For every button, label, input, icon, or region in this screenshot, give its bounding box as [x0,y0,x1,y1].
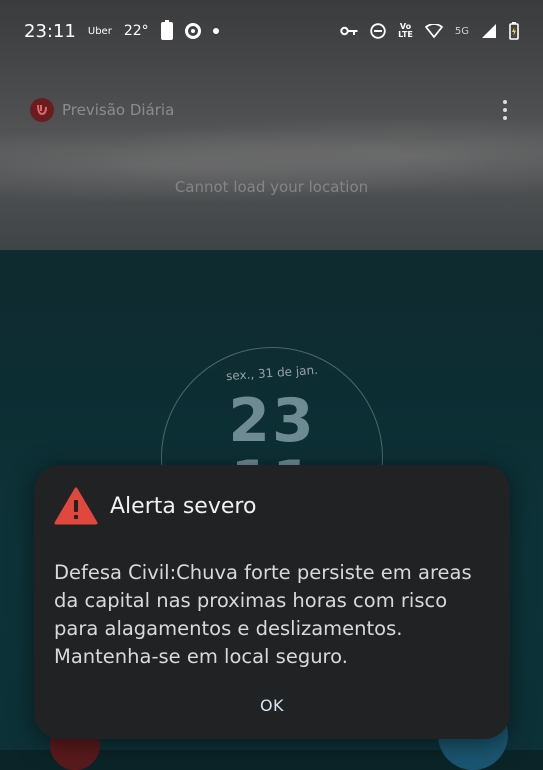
signal-icon [482,24,496,38]
dialog-title: Alerta severo [110,493,257,519]
more-notifications-icon [212,28,219,34]
warning-triangle-icon [54,487,98,525]
severe-alert-dialog: Alerta severo Defesa Civil:Chuva forte p… [34,465,510,739]
vpn-key-icon [340,26,358,36]
volte-icon: Vo LTE [398,22,413,39]
app-header: Previsão Diária [30,96,513,124]
app-name: Previsão Diária [62,101,175,119]
dialog-message: Defesa Civil:Chuva forte persiste em are… [54,561,472,668]
do-not-disturb-icon [370,23,386,39]
chrome-icon [184,23,201,39]
network-type-label: 5G [454,25,469,37]
battery-icon [509,22,519,40]
dialog-header: Alerta severo [54,487,256,525]
uber-notification-icon: Uber [87,25,112,37]
app-brand: Previsão Diária [30,98,174,122]
overflow-menu-icon[interactable] [497,96,513,124]
battery-notification-icon [160,20,173,40]
ok-button[interactable]: OK [34,695,510,716]
wifi-icon [424,24,443,38]
clock-hour: 23 [228,386,316,456]
status-bar: 23:11 Uber 22° Vo LTE 5G [0,0,543,62]
temperature-notification: 22° [123,23,149,39]
location-status-text: Cannot load your location [174,178,369,196]
status-time: 23:11 [24,20,76,42]
app-logo-icon [30,98,54,122]
